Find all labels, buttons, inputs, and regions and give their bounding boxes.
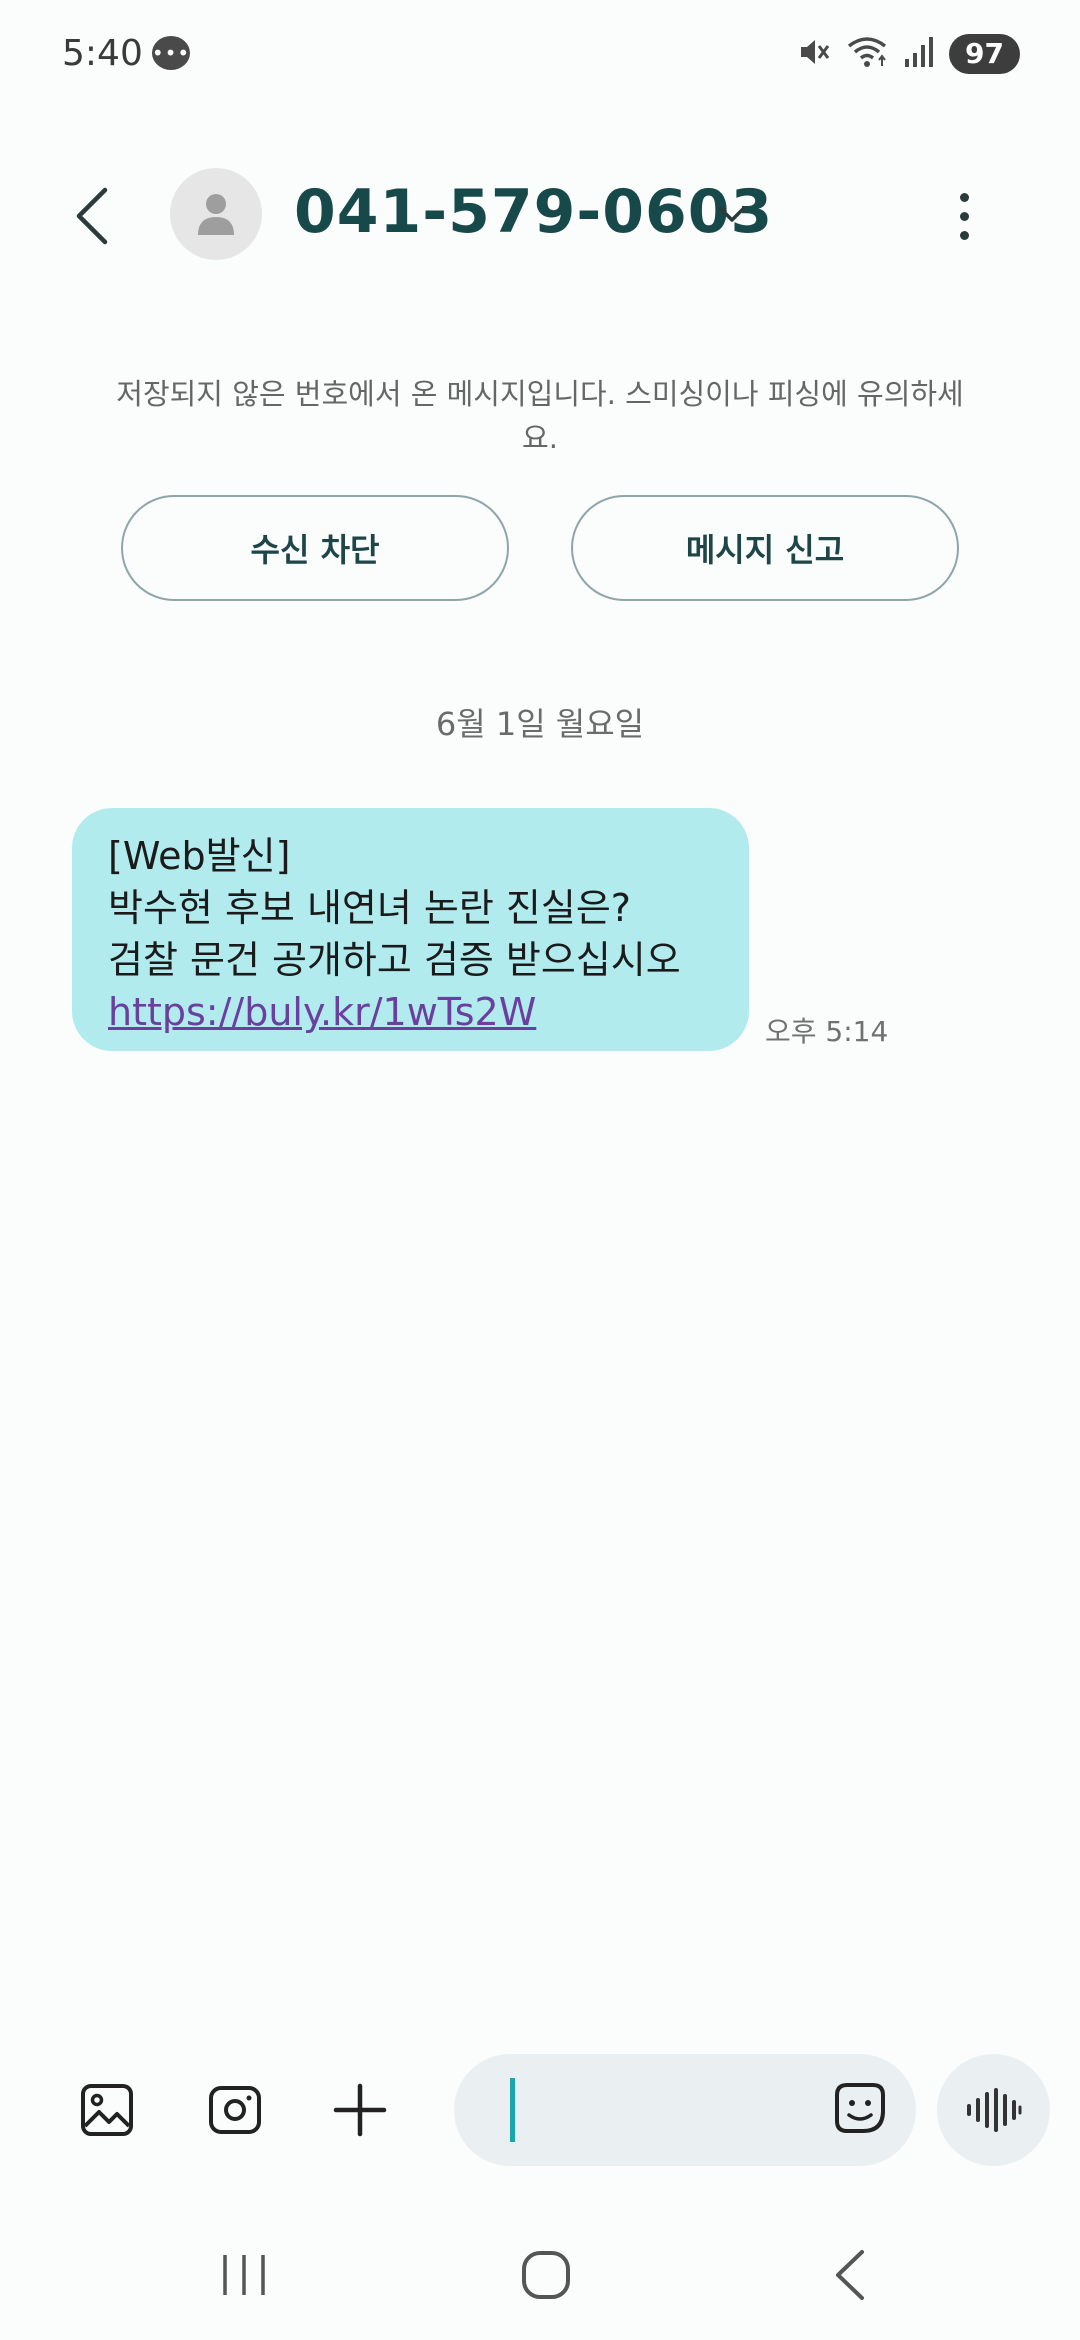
message-line: [Web발신]	[108, 834, 291, 878]
contact-number[interactable]: 041-579-0603	[294, 172, 773, 252]
message-time: 오후 5:14	[765, 1015, 889, 1048]
mute-icon	[795, 34, 831, 74]
block-number-button[interactable]: 수신 차단	[121, 495, 509, 601]
voice-wave-icon	[966, 2088, 1021, 2132]
back-icon	[76, 187, 108, 245]
home-button[interactable]	[506, 2240, 586, 2310]
report-message-button[interactable]: 메시지 신고	[571, 495, 959, 601]
avatar-person-icon	[198, 194, 234, 235]
signal-icon	[903, 35, 935, 73]
recent-apps-button[interactable]	[204, 2240, 284, 2310]
message-link[interactable]: https://buly.kr/1wTs2W	[108, 986, 713, 1038]
avatar[interactable]	[170, 168, 262, 260]
camera-icon	[209, 2086, 261, 2134]
back-button[interactable]	[62, 176, 122, 256]
gallery-button[interactable]	[72, 2075, 142, 2145]
nav-back-button[interactable]	[810, 2240, 890, 2310]
status-time: 5:40	[62, 33, 143, 74]
home-icon	[522, 2251, 570, 2299]
status-icons: 97	[795, 32, 1020, 76]
back-nav-icon	[836, 2250, 864, 2300]
message-bubble[interactable]: [Web발신] 박수현 후보 내연녀 논란 진실은? 검찰 문건 공개하고 검증…	[72, 808, 749, 1051]
date-separator: 6월 1일 월요일	[435, 705, 645, 743]
text-cursor	[510, 2078, 515, 2142]
message-line: 박수현 후보 내연녀 논란 진실은?	[108, 886, 631, 930]
unknown-sender-warning: 저장되지 않은 번호에서 온 메시지입니다. 스미싱이나 피싱에 유의하세요.	[116, 377, 964, 455]
gallery-icon	[81, 2084, 133, 2136]
emoji-button[interactable]	[826, 2074, 896, 2144]
battery-icon: 97	[949, 34, 1020, 74]
camera-button[interactable]	[200, 2075, 270, 2145]
plus-icon	[333, 2083, 387, 2137]
chevron-down-icon	[718, 206, 746, 222]
voice-record-button[interactable]	[937, 2054, 1050, 2166]
wifi-icon	[845, 34, 889, 74]
recent-apps-icon	[223, 2255, 265, 2295]
attach-button[interactable]	[325, 2075, 395, 2145]
emoji-icon	[835, 2083, 885, 2133]
more-vert-icon	[959, 192, 969, 202]
message-line: 검찰 문건 공개하고 검증 받으십시오	[108, 938, 681, 982]
more-options-button[interactable]	[942, 176, 986, 256]
chat-bubble-icon: •••	[152, 36, 190, 70]
contact-dropdown-button[interactable]	[710, 192, 754, 236]
